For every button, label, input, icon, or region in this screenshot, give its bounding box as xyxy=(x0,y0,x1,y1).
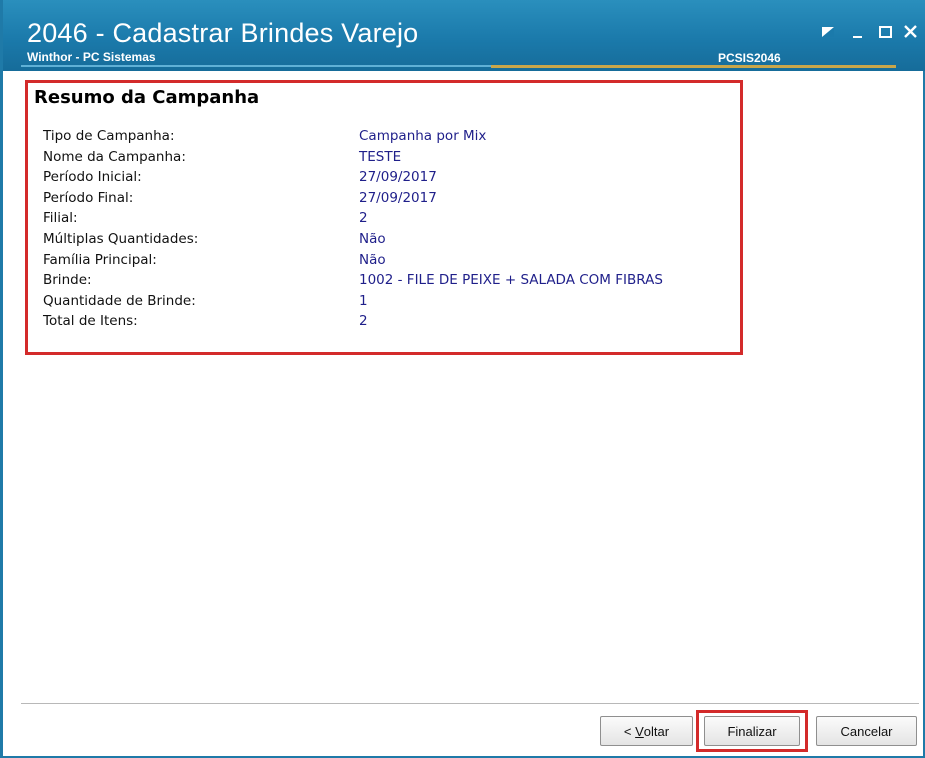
summary-label: Brinde: xyxy=(43,272,92,289)
back-button-label: oltar xyxy=(643,723,670,739)
title-bar: 2046 - Cadastrar Brindes Varejo Winthor … xyxy=(3,0,925,71)
summary-label: Total de Itens: xyxy=(43,313,138,330)
summary-value: 27/09/2017 xyxy=(359,189,437,206)
summary-value: 1002 - FILE DE PEIXE + SALADA COM FIBRAS xyxy=(359,272,663,289)
summary-label: Período Final: xyxy=(43,189,134,206)
summary-value: 27/09/2017 xyxy=(359,169,437,186)
back-button-accelerator: V xyxy=(635,723,644,739)
summary-value: 1 xyxy=(359,292,368,309)
summary-value: Não xyxy=(359,230,386,247)
summary-label: Quantidade de Brinde: xyxy=(43,292,196,309)
maximize-icon[interactable] xyxy=(877,24,897,40)
campaign-summary-panel: Resumo da Campanha Tipo de Campanha: Cam… xyxy=(25,80,743,355)
summary-value: 2 xyxy=(359,210,368,227)
routine-code: PCSIS2046 xyxy=(718,51,781,65)
summary-label: Família Principal: xyxy=(43,251,157,268)
cancel-button[interactable]: Cancelar xyxy=(816,716,917,746)
back-button[interactable]: < Voltar xyxy=(600,716,693,746)
summary-label: Tipo de Campanha: xyxy=(43,128,175,144)
window-subtitle: Winthor - PC Sistemas xyxy=(27,50,156,64)
title-divider-accent xyxy=(491,65,896,68)
summary-value: Campanha por Mix xyxy=(359,128,487,144)
restore-icon[interactable] xyxy=(819,24,839,40)
footer-divider-highlight xyxy=(21,704,919,705)
title-divider xyxy=(21,65,491,67)
summary-label: Múltiplas Quantidades: xyxy=(43,230,199,247)
finish-button[interactable]: Finalizar xyxy=(704,716,800,746)
summary-label: Período Inicial: xyxy=(43,169,142,186)
app-window: 2046 - Cadastrar Brindes Varejo Winthor … xyxy=(0,0,925,758)
summary-value: TESTE xyxy=(359,148,402,165)
window-title: 2046 - Cadastrar Brindes Varejo xyxy=(27,18,419,48)
summary-value: 2 xyxy=(359,313,368,330)
summary-value: Não xyxy=(359,251,386,268)
back-button-prefix: < xyxy=(623,723,636,739)
summary-label: Filial: xyxy=(43,210,78,227)
summary-label: Nome da Campanha: xyxy=(43,148,186,165)
summary-title: Resumo da Campanha xyxy=(34,87,260,108)
close-icon[interactable] xyxy=(902,24,922,40)
minimize-icon[interactable] xyxy=(849,24,869,40)
